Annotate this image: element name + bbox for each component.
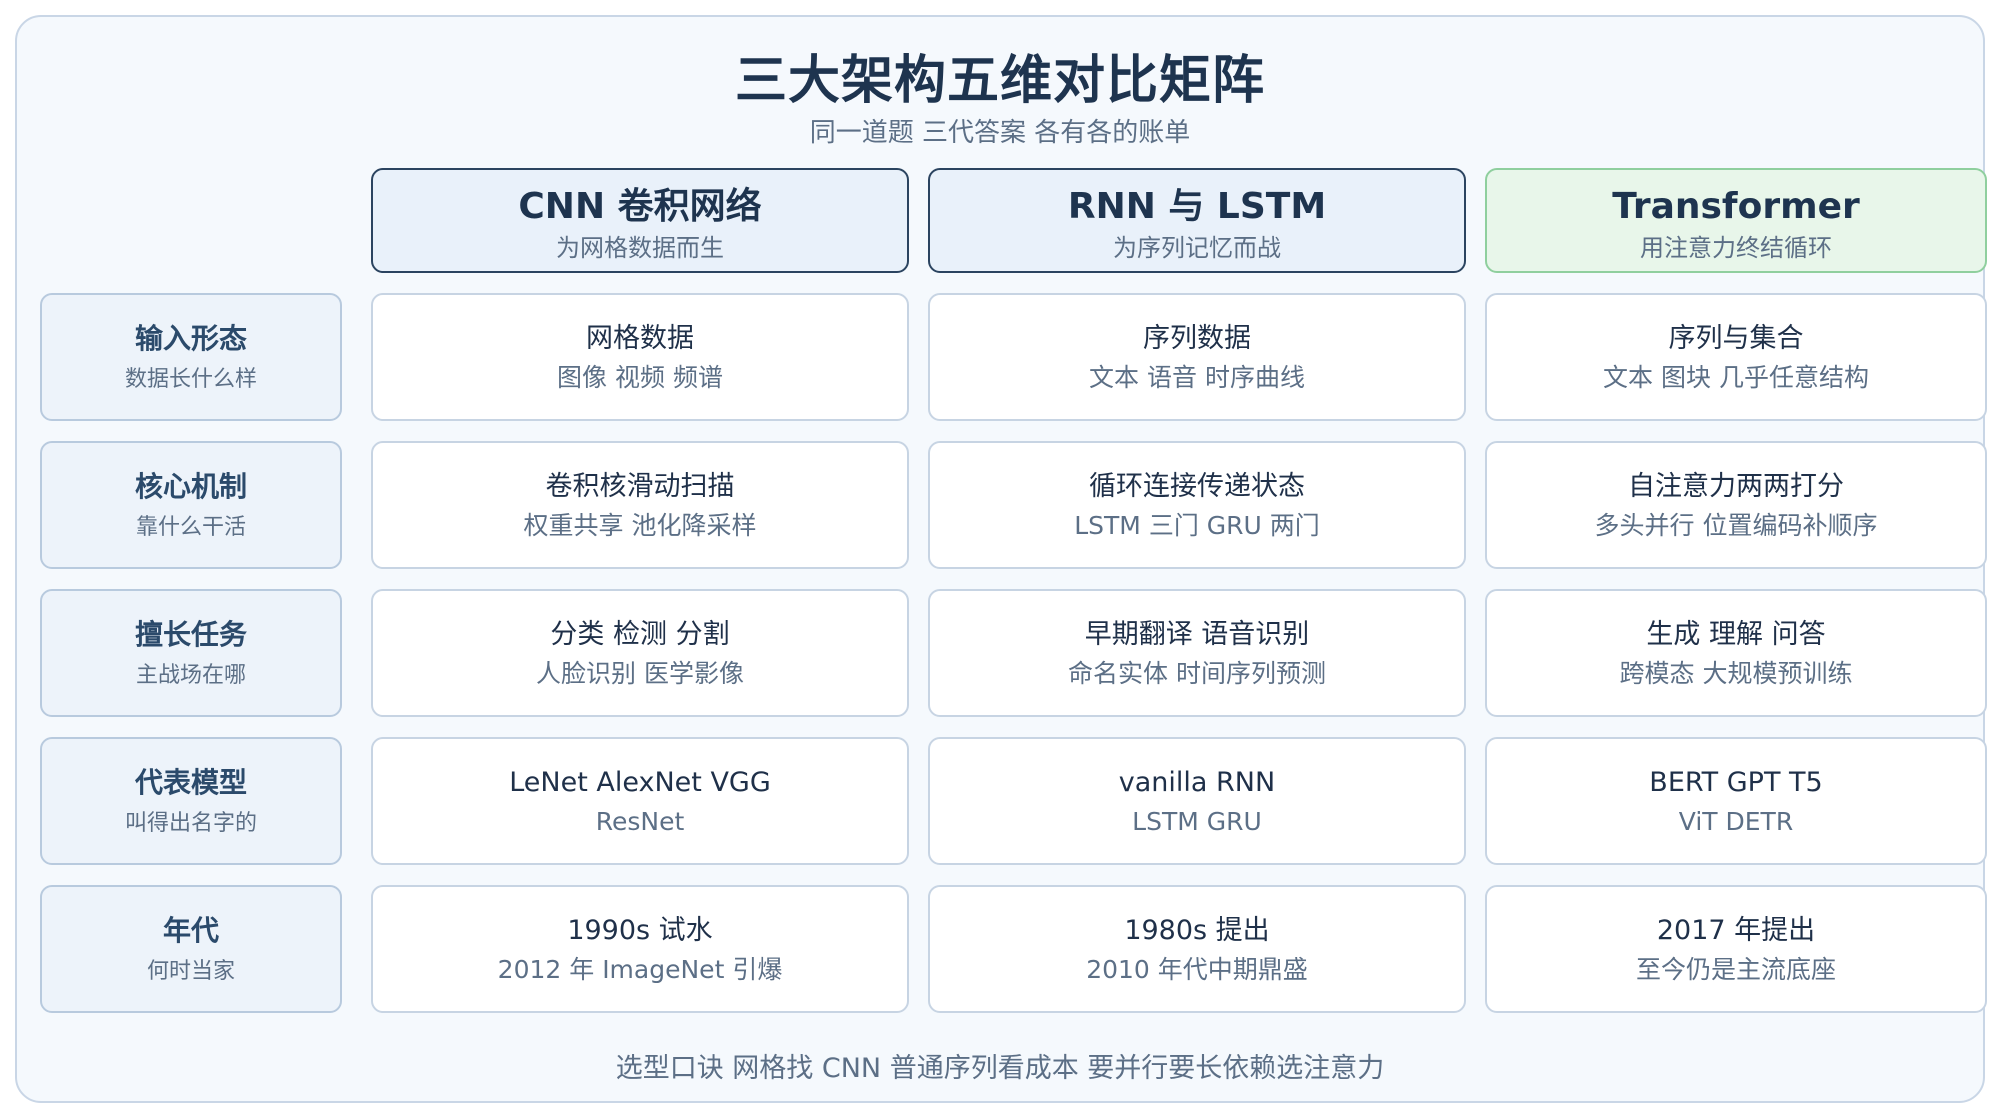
column-header-transformer: Transformer 用注意力终结循环 bbox=[1485, 168, 1987, 273]
column-header-cnn: CNN 卷积网络 为网格数据而生 bbox=[371, 168, 909, 273]
cell-main: 生成 理解 问答 bbox=[1646, 619, 1826, 650]
cell-sub: LSTM GRU bbox=[1132, 807, 1262, 836]
cell-main: 卷积核滑动扫描 bbox=[545, 471, 735, 502]
row-name: 核心机制 bbox=[134, 470, 247, 503]
row-header-era: 年代 何时当家 bbox=[40, 885, 342, 1013]
row-header-tasks: 擅长任务 主战场在哪 bbox=[40, 589, 342, 717]
cell-main: 2017 年提出 bbox=[1656, 915, 1816, 946]
cell-sub: 2012 年 ImageNet 引爆 bbox=[497, 955, 783, 984]
matrix-cell: 1990s 试水 2012 年 ImageNet 引爆 bbox=[371, 885, 909, 1013]
row-name: 代表模型 bbox=[134, 766, 247, 799]
cell-main: vanilla RNN bbox=[1118, 767, 1276, 798]
page-subtitle: 同一道题 三代答案 各有各的账单 bbox=[809, 118, 1191, 148]
matrix-cell: 序列数据 文本 语音 时序曲线 bbox=[928, 293, 1466, 421]
column-header-rnn: RNN 与 LSTM 为序列记忆而战 bbox=[928, 168, 1466, 273]
cell-sub: 命名实体 时间序列预测 bbox=[1068, 659, 1326, 688]
cell-sub: 文本 图块 几乎任意结构 bbox=[1603, 363, 1869, 392]
column-tagline: 为序列记忆而战 bbox=[1113, 234, 1281, 262]
cell-sub: ViT DETR bbox=[1678, 807, 1794, 836]
cell-sub: 至今仍是主流底座 bbox=[1635, 955, 1836, 984]
matrix-cell: 分类 检测 分割 人脸识别 医学影像 bbox=[371, 589, 909, 717]
cell-sub: ResNet bbox=[595, 807, 685, 836]
column-name: Transformer bbox=[1612, 186, 1860, 227]
cell-sub: 文本 语音 时序曲线 bbox=[1089, 363, 1305, 392]
cell-sub: 图像 视频 频谱 bbox=[557, 363, 723, 392]
matrix-cell: 卷积核滑动扫描 权重共享 池化降采样 bbox=[371, 441, 909, 569]
page-title: 三大架构五维对比矩阵 bbox=[734, 51, 1265, 111]
matrix-cell: 2017 年提出 至今仍是主流底座 bbox=[1485, 885, 1987, 1013]
cell-sub: 人脸识别 医学影像 bbox=[536, 659, 744, 688]
cell-main: 序列与集合 bbox=[1668, 323, 1804, 354]
cell-main: 早期翻译 语音识别 bbox=[1084, 619, 1310, 650]
row-tagline: 何时当家 bbox=[146, 959, 235, 984]
matrix-cell: BERT GPT T5 ViT DETR bbox=[1485, 737, 1987, 865]
row-tagline: 主战场在哪 bbox=[135, 663, 246, 688]
cell-main: 网格数据 bbox=[586, 323, 694, 354]
matrix-cell: 自注意力两两打分 多头并行 位置编码补顺序 bbox=[1485, 441, 1987, 569]
matrix-cell: vanilla RNN LSTM GRU bbox=[928, 737, 1466, 865]
matrix-cell: 网格数据 图像 视频 频谱 bbox=[371, 293, 909, 421]
cell-main: 序列数据 bbox=[1143, 323, 1251, 354]
cell-main: 分类 检测 分割 bbox=[550, 619, 730, 650]
matrix-cell: 循环连接传递状态 LSTM 三门 GRU 两门 bbox=[928, 441, 1466, 569]
row-header-input: 输入形态 数据长什么样 bbox=[40, 293, 342, 421]
column-tagline: 为网格数据而生 bbox=[556, 234, 724, 262]
row-header-models: 代表模型 叫得出名字的 bbox=[40, 737, 342, 865]
row-tagline: 靠什么干活 bbox=[135, 515, 246, 540]
matrix-cell: LeNet AlexNet VGG ResNet bbox=[371, 737, 909, 865]
row-header-mechanism: 核心机制 靠什么干活 bbox=[40, 441, 342, 569]
cell-main: BERT GPT T5 bbox=[1649, 767, 1823, 798]
cell-main: 循环连接传递状态 bbox=[1089, 471, 1305, 502]
cell-sub: LSTM 三门 GRU 两门 bbox=[1074, 511, 1320, 540]
row-tagline: 数据长什么样 bbox=[124, 367, 257, 392]
row-tagline: 叫得出名字的 bbox=[124, 811, 257, 836]
cell-main: 1990s 试水 bbox=[567, 915, 713, 946]
matrix-cell: 早期翻译 语音识别 命名实体 时间序列预测 bbox=[928, 589, 1466, 717]
cell-sub: 跨模态 大规模预训练 bbox=[1619, 659, 1853, 688]
column-tagline: 用注意力终结循环 bbox=[1640, 234, 1832, 262]
column-name: RNN 与 LSTM bbox=[1067, 186, 1327, 227]
selection-tip: 选型口诀 网格找 CNN 普通序列看成本 要并行要长依赖选注意力 bbox=[615, 1053, 1385, 1084]
row-name: 输入形态 bbox=[134, 322, 247, 355]
matrix-cell: 生成 理解 问答 跨模态 大规模预训练 bbox=[1485, 589, 1987, 717]
cell-main: LeNet AlexNet VGG bbox=[509, 767, 771, 798]
cell-main: 1980s 提出 bbox=[1124, 915, 1270, 946]
matrix-cell: 1980s 提出 2010 年代中期鼎盛 bbox=[928, 885, 1466, 1013]
cell-main: 自注意力两两打分 bbox=[1628, 471, 1844, 502]
column-name: CNN 卷积网络 bbox=[518, 186, 762, 227]
matrix-cell: 序列与集合 文本 图块 几乎任意结构 bbox=[1485, 293, 1987, 421]
row-name: 年代 bbox=[162, 914, 219, 947]
cell-sub: 多头并行 位置编码补顺序 bbox=[1594, 511, 1878, 540]
cell-sub: 权重共享 池化降采样 bbox=[523, 511, 757, 540]
row-name: 擅长任务 bbox=[134, 618, 247, 651]
cell-sub: 2010 年代中期鼎盛 bbox=[1086, 955, 1308, 984]
